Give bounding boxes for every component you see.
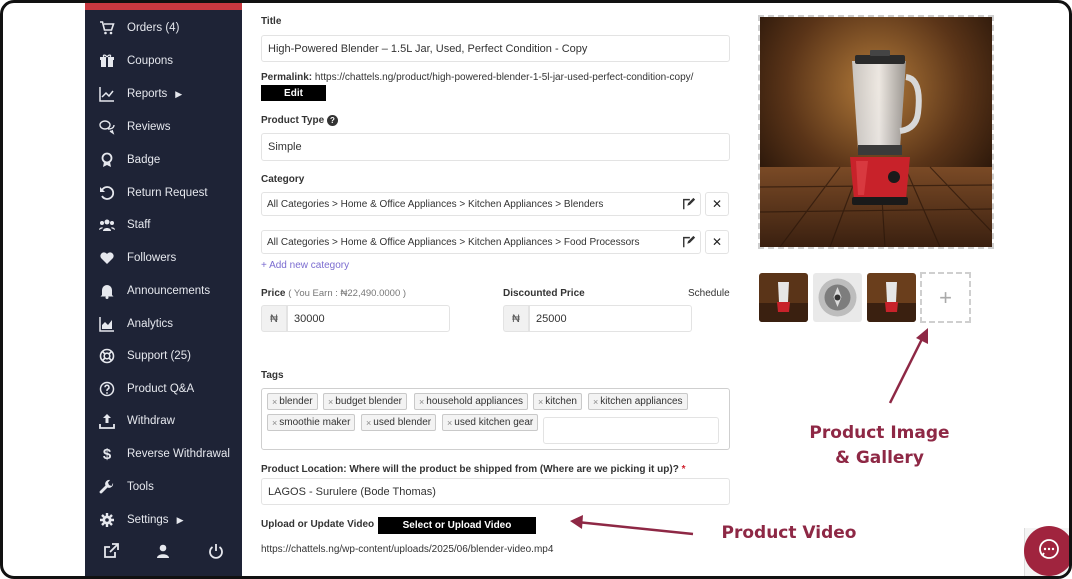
chat-icon <box>1037 537 1061 566</box>
annotation-product-video: Product Video <box>721 523 857 543</box>
annotation-line: Product Image <box>809 423 950 443</box>
annotation-product-image: Product Image & Gallery <box>803 421 956 471</box>
annotation-arrows <box>570 328 928 536</box>
annotation-line: & Gallery <box>835 448 924 468</box>
window-frame: Orders (4) Coupons Reports ▶ Reviews Bad… <box>0 0 1072 579</box>
chat-button[interactable] <box>1024 526 1069 576</box>
